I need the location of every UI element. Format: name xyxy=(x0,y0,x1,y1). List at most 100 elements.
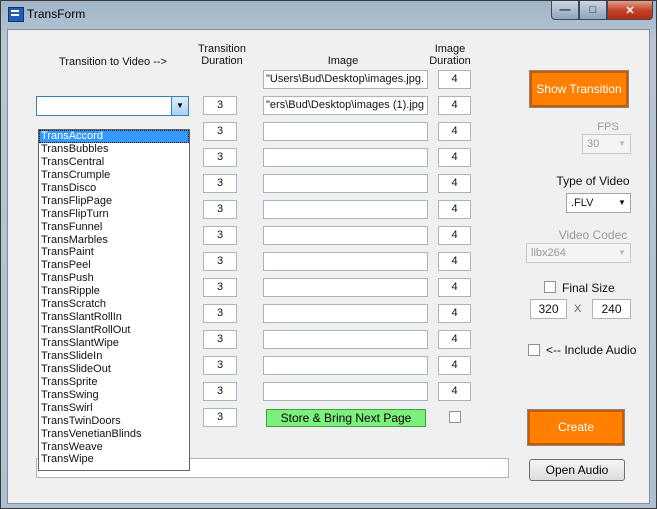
chevron-down-icon: ▼ xyxy=(618,198,626,207)
transition-duration-field[interactable]: 3 xyxy=(203,304,237,323)
final-size-label: Final Size xyxy=(562,281,615,295)
image-path-field[interactable] xyxy=(263,226,428,245)
include-audio-label: <-- Include Audio xyxy=(546,343,637,357)
transition-duration-field[interactable]: 3 xyxy=(203,200,237,219)
dropdown-option[interactable]: TransAccord xyxy=(39,130,189,143)
dropdown-option[interactable]: TransDisco xyxy=(39,182,189,195)
image-duration-field[interactable]: 4 xyxy=(438,70,471,89)
dropdown-option[interactable]: TransSlideOut xyxy=(39,363,189,376)
app-window: TransForm — □ ✕ Transition to Video --> … xyxy=(0,0,657,509)
store-checkbox[interactable] xyxy=(449,411,461,423)
transition-duration-field[interactable]: 3 xyxy=(203,122,237,141)
maximize-button[interactable]: □ xyxy=(579,1,607,20)
image-path-field[interactable] xyxy=(263,200,428,219)
image-path-field[interactable] xyxy=(263,252,428,271)
minimize-button[interactable]: — xyxy=(551,1,579,20)
include-audio-checkbox[interactable] xyxy=(528,344,540,356)
app-icon xyxy=(8,7,24,22)
dropdown-option[interactable]: TransScratch xyxy=(39,298,189,311)
dropdown-option[interactable]: TransFlipPage xyxy=(39,195,189,208)
fps-select[interactable]: 30 ▼ xyxy=(582,134,631,154)
transition-duration-field[interactable]: 3 xyxy=(203,174,237,193)
store-next-button[interactable]: Store & Bring Next Page xyxy=(266,409,426,427)
transition-duration-field[interactable]: 3 xyxy=(203,148,237,167)
transition-to-video-label: Transition to Video --> xyxy=(59,56,167,68)
window-title: TransForm xyxy=(27,7,86,21)
image-path-field[interactable] xyxy=(263,356,428,375)
image-path-field[interactable] xyxy=(263,304,428,323)
image-duration-field[interactable]: 4 xyxy=(438,252,471,271)
title-bar[interactable]: TransForm — □ ✕ xyxy=(1,1,656,29)
transition-select[interactable]: ▼ xyxy=(36,96,189,116)
image-path-field[interactable] xyxy=(263,278,428,297)
dropdown-option[interactable]: TransSprite xyxy=(39,376,189,389)
transition-duration-field[interactable]: 3 xyxy=(203,226,237,245)
transition-duration-field[interactable]: 3 xyxy=(203,356,237,375)
image-duration-field[interactable]: 4 xyxy=(438,330,471,349)
image-path-field[interactable] xyxy=(263,122,428,141)
transition-duration-field[interactable]: 3 xyxy=(203,382,237,401)
final-size-checkbox[interactable] xyxy=(544,281,556,293)
image-duration-field[interactable]: 4 xyxy=(438,148,471,167)
transition-duration-header: Transition Duration xyxy=(198,43,246,67)
dropdown-option[interactable]: TransSlantRollOut xyxy=(39,324,189,337)
image-duration-field[interactable]: 4 xyxy=(438,226,471,245)
transition-dropdown-list[interactable]: TransAccord TransBubbles TransCentral Trans… xyxy=(38,129,190,471)
fps-value: 30 xyxy=(587,138,600,150)
dropdown-option[interactable]: TransCentral xyxy=(39,156,189,169)
dropdown-option[interactable]: TransSlantRollIn xyxy=(39,311,189,324)
dropdown-option[interactable]: TransWeave xyxy=(39,441,189,454)
dropdown-option[interactable]: TransFunnel xyxy=(39,221,189,234)
dropdown-option[interactable]: TransRipple xyxy=(39,285,189,298)
transition-duration-field[interactable]: 3 xyxy=(203,408,237,427)
transition-duration-field[interactable]: 3 xyxy=(203,330,237,349)
dropdown-option[interactable]: TransBubbles xyxy=(39,143,189,156)
image-duration-field[interactable]: 4 xyxy=(438,278,471,297)
image-duration-field[interactable]: 4 xyxy=(438,382,471,401)
image-duration-field[interactable]: 4 xyxy=(438,96,471,115)
dropdown-option[interactable]: TransWipe xyxy=(39,453,189,466)
image-path-field[interactable] xyxy=(263,330,428,349)
create-button[interactable]: Create xyxy=(527,409,625,446)
dropdown-option[interactable]: TransPeel xyxy=(39,259,189,272)
transition-duration-field[interactable]: 3 xyxy=(203,96,237,115)
video-type-select[interactable]: .FLV ▼ xyxy=(566,193,631,213)
image-path-field[interactable] xyxy=(263,382,428,401)
close-button[interactable]: ✕ xyxy=(607,1,653,20)
image-duration-field[interactable]: 4 xyxy=(438,356,471,375)
dropdown-option[interactable]: TransSlideIn xyxy=(39,350,189,363)
open-audio-button[interactable]: Open Audio xyxy=(529,459,625,481)
dropdown-option[interactable]: TransTwinDoors xyxy=(39,415,189,428)
transition-duration-field[interactable]: 3 xyxy=(203,278,237,297)
video-codec-select[interactable]: libx264 ▼ xyxy=(526,243,631,263)
dropdown-option[interactable]: TransSwing xyxy=(39,389,189,402)
image-duration-field[interactable]: 4 xyxy=(438,122,471,141)
image-path-field[interactable] xyxy=(263,174,428,193)
dropdown-option[interactable]: TransPush xyxy=(39,272,189,285)
dropdown-option[interactable]: TransSlantWipe xyxy=(39,337,189,350)
image-duration-field[interactable]: 4 xyxy=(438,200,471,219)
height-field[interactable]: 240 xyxy=(592,299,631,319)
video-type-label: Type of Video xyxy=(556,174,630,188)
dropdown-option[interactable]: TransCrumple xyxy=(39,169,189,182)
image-path-field[interactable] xyxy=(263,148,428,167)
image-header: Image xyxy=(327,55,359,67)
video-codec-label: Video Codec xyxy=(558,228,628,242)
image-path-field[interactable]: ers\Bud\Desktop\images (1).jpg" xyxy=(263,96,428,115)
image-duration-field[interactable]: 4 xyxy=(438,304,471,323)
transition-duration-field[interactable]: 3 xyxy=(203,252,237,271)
dropdown-option[interactable]: TransVenetianBlinds xyxy=(39,428,189,441)
chevron-down-icon: ▼ xyxy=(618,139,626,148)
dropdown-option[interactable]: TransPaint xyxy=(39,246,189,259)
dropdown-option[interactable]: TransSwirl xyxy=(39,402,189,415)
show-transition-button[interactable]: Show Transition xyxy=(529,70,629,108)
image-path-field[interactable]: .Users\Bud\Desktop\images.jpg" xyxy=(263,70,428,89)
form-client-area: Transition to Video --> Transition Durat… xyxy=(7,29,650,504)
chevron-down-icon[interactable]: ▼ xyxy=(171,97,188,115)
chevron-down-icon: ▼ xyxy=(618,248,626,257)
dropdown-option[interactable]: TransFlipTurn xyxy=(39,208,189,221)
video-type-value: .FLV xyxy=(571,197,594,209)
dropdown-option[interactable]: TransMarbles xyxy=(39,234,189,247)
image-duration-field[interactable]: 4 xyxy=(438,174,471,193)
width-field[interactable]: 320 xyxy=(530,299,567,319)
